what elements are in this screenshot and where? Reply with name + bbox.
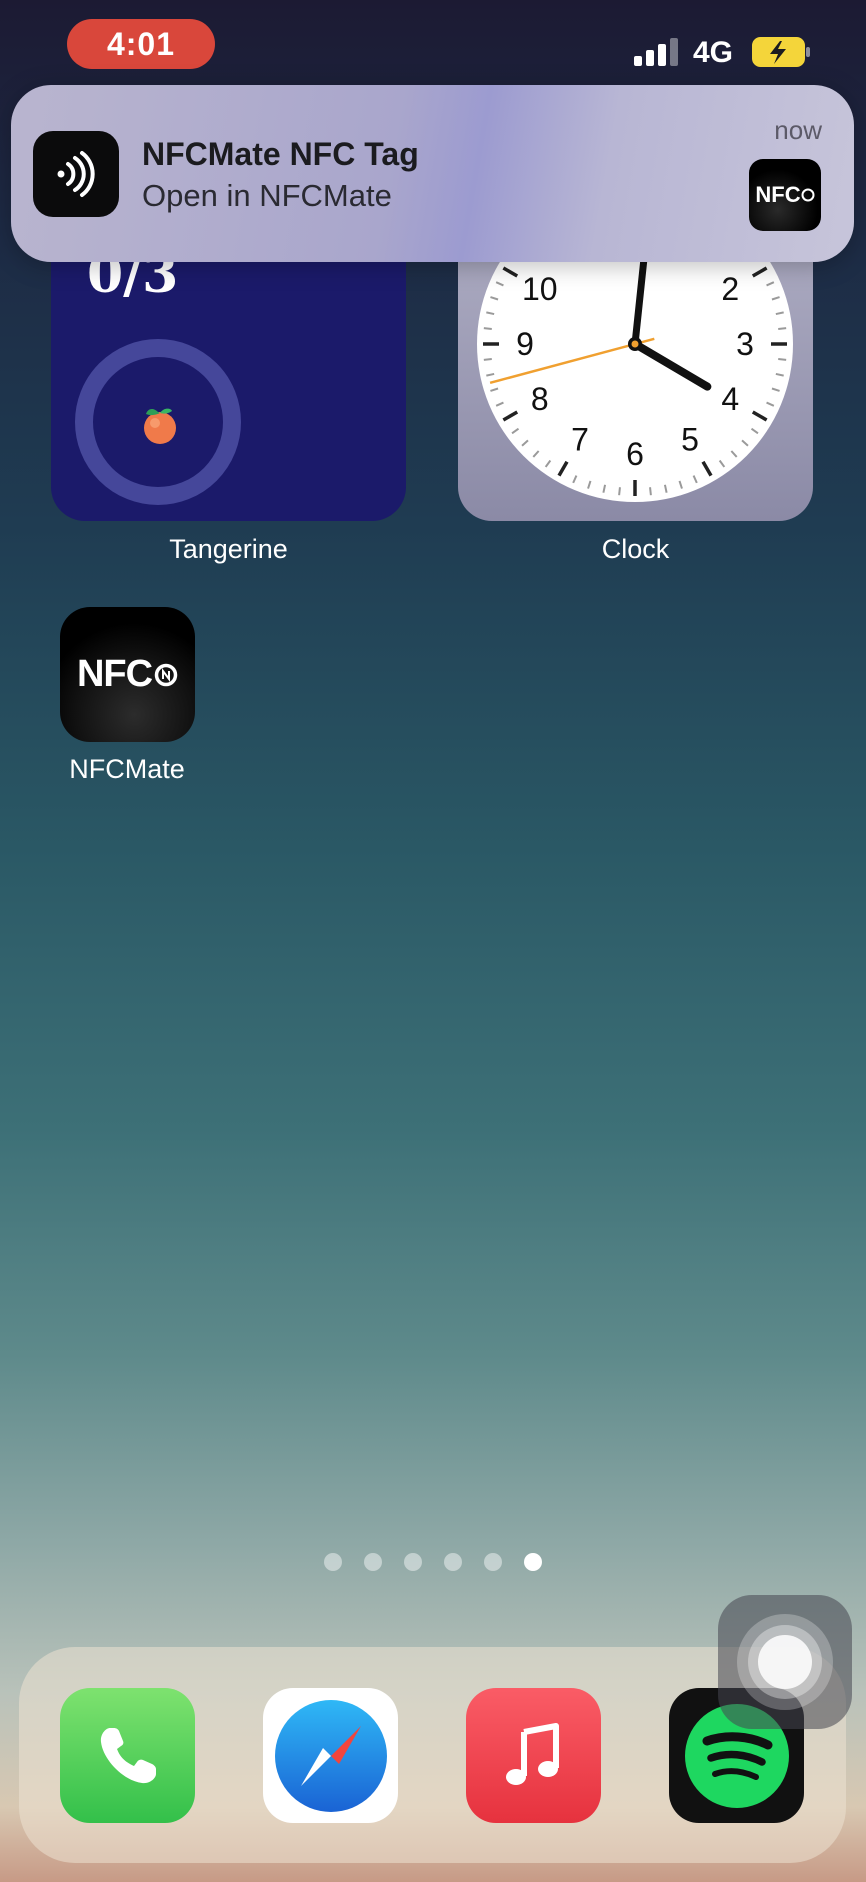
app-icon-nfcmate[interactable]: NFC xyxy=(60,607,195,742)
assistive-ring-inner xyxy=(758,1635,812,1689)
notification-time: now xyxy=(774,115,822,145)
phone-icon xyxy=(100,1727,156,1783)
compass-icon xyxy=(274,1699,387,1812)
tangerine-widget[interactable]: 0/3 xyxy=(51,244,406,521)
clock-number: 9 xyxy=(516,326,534,362)
app-label-nfcmate: NFCMate xyxy=(69,754,185,784)
clock-center-dot xyxy=(631,340,639,348)
clock-tick xyxy=(778,358,787,361)
page-dot[interactable] xyxy=(524,1553,542,1571)
page-dot[interactable] xyxy=(444,1553,462,1571)
dock-app-phone[interactable] xyxy=(60,1688,195,1823)
status-time[interactable]: 4:01 xyxy=(67,19,215,69)
nfc-circle-icon xyxy=(801,188,815,202)
page-dot[interactable] xyxy=(324,1553,342,1571)
thumb-text: NFC xyxy=(755,182,801,207)
assistive-ring-middle xyxy=(748,1625,822,1699)
widget-label-tangerine: Tangerine xyxy=(169,534,288,564)
clock-number: 2 xyxy=(721,271,739,307)
cellular-signal-icon xyxy=(634,38,680,66)
notification-banner[interactable]: NFCMate NFC Tag Open in NFCMate now NFC xyxy=(11,85,854,262)
clock-number: 1 xyxy=(681,262,699,267)
battery-charging-icon xyxy=(752,37,810,67)
page-dot[interactable] xyxy=(404,1553,422,1571)
clock-number: 4 xyxy=(721,381,739,417)
clock-tick xyxy=(483,358,492,361)
clock-tick xyxy=(618,487,621,496)
nfc-circle-icon xyxy=(154,663,178,686)
assistive-touch-button[interactable] xyxy=(718,1595,852,1729)
notification-title: NFCMate NFC Tag xyxy=(142,136,419,172)
clock-number: 3 xyxy=(736,326,754,362)
clock-number: 8 xyxy=(531,381,549,417)
page-dot[interactable] xyxy=(364,1553,382,1571)
clock-number: 7 xyxy=(571,421,589,457)
page-indicator[interactable] xyxy=(324,1553,542,1571)
clock-number: 5 xyxy=(681,421,699,457)
music-note-icon xyxy=(505,1722,559,1785)
page-dot[interactable] xyxy=(484,1553,502,1571)
nfcmate-thumbnail-icon: NFC xyxy=(749,159,821,231)
widget-label-clock: Clock xyxy=(601,534,670,564)
clock-number: 10 xyxy=(522,271,558,307)
tangerine-icon xyxy=(144,408,176,444)
clock-tick xyxy=(483,327,492,330)
clock-number: 6 xyxy=(626,436,644,472)
analog-clock-face: 121234567891011 xyxy=(477,262,793,502)
nfc-contactless-icon xyxy=(33,131,119,217)
network-type: 4G xyxy=(693,36,734,69)
clock-tick xyxy=(778,327,787,330)
clock-number: 11 xyxy=(563,262,596,267)
dock-app-safari[interactable] xyxy=(263,1688,398,1823)
clock-widget[interactable]: 121234567891011 xyxy=(458,262,813,521)
assistive-ring-outer xyxy=(737,1614,833,1710)
nfc-logo-text: NFC xyxy=(76,653,153,695)
dock-app-music[interactable] xyxy=(466,1688,601,1823)
clock-tick xyxy=(649,487,652,496)
notification-body: Open in NFCMate xyxy=(142,178,392,213)
